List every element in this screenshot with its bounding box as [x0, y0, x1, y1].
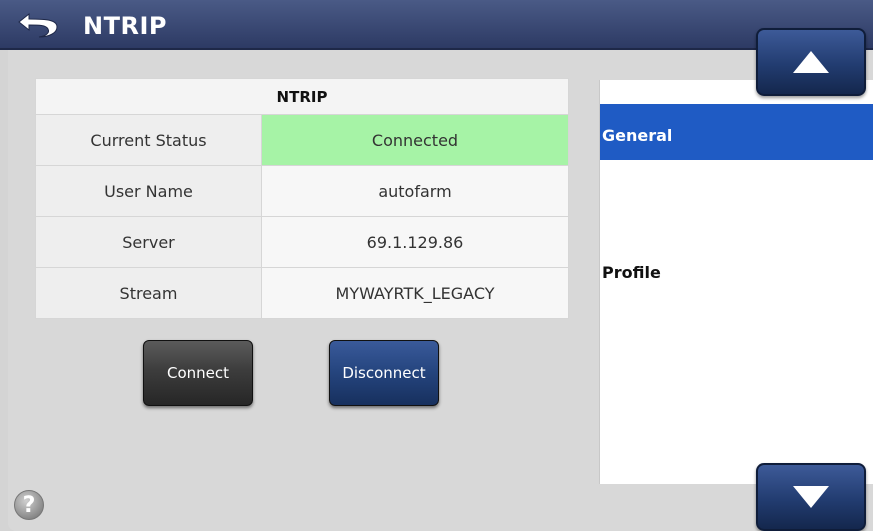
list-item-profile[interactable]: Profile [600, 257, 873, 287]
connect-button[interactable]: Connect [143, 340, 253, 406]
scroll-down-button[interactable] [756, 463, 866, 531]
triangle-up-icon [793, 51, 829, 73]
category-list: General Profile [599, 80, 873, 484]
page-title: NTRIP [83, 12, 167, 40]
table-row: Current Status Connected [35, 114, 569, 166]
table-row: Stream MYWAYRTK_LEGACY [35, 267, 569, 319]
back-arrow-icon [18, 12, 58, 38]
help-button[interactable]: ? [14, 490, 44, 520]
disconnect-button[interactable]: Disconnect [329, 340, 439, 406]
title-bar: NTRIP [0, 0, 873, 50]
username-value: autofarm [261, 165, 569, 217]
table-heading: NTRIP [35, 78, 569, 115]
table-row: User Name autofarm [35, 165, 569, 217]
triangle-down-icon [793, 486, 829, 508]
stream-value: MYWAYRTK_LEGACY [261, 267, 569, 319]
table-header-row: NTRIP [35, 78, 569, 115]
status-label: Current Status [35, 114, 262, 166]
scroll-up-button[interactable] [756, 28, 866, 96]
server-label: Server [35, 216, 262, 268]
server-value: 69.1.129.86 [261, 216, 569, 268]
stream-label: Stream [35, 267, 262, 319]
back-button[interactable] [8, 6, 68, 44]
ntrip-screen: NTRIP NTRIP Current Status Connected Use… [0, 0, 873, 531]
ntrip-info-table: NTRIP Current Status Connected User Name… [35, 78, 569, 319]
status-value: Connected [261, 114, 569, 166]
username-label: User Name [35, 165, 262, 217]
table-row: Server 69.1.129.86 [35, 216, 569, 268]
list-item-general[interactable]: General [600, 104, 873, 160]
